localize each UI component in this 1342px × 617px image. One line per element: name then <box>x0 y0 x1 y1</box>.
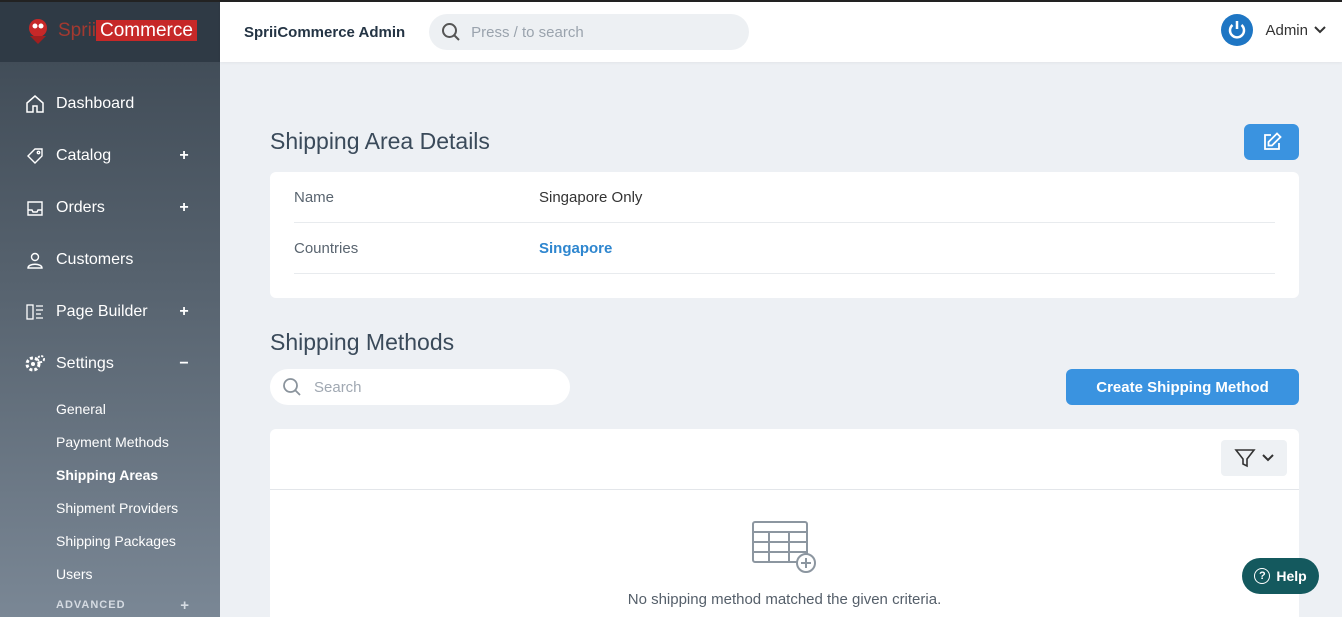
chevron-down-icon <box>1262 454 1274 462</box>
help-label: Help <box>1276 568 1307 584</box>
expand-icon[interactable]: + <box>178 303 190 321</box>
expand-icon[interactable]: + <box>180 597 190 614</box>
top-header: SpriiCommerce Admin Admin <box>220 2 1342 62</box>
avatar <box>1221 14 1254 46</box>
detail-row-name: Name Singapore Only <box>294 172 1275 223</box>
sidebar-nav: Dashboard Catalog + Orders + Customers P… <box>0 62 220 390</box>
methods-search-input[interactable] <box>314 378 554 396</box>
power-icon <box>1229 21 1246 39</box>
empty-state: No shipping method matched the given cri… <box>270 490 1299 608</box>
edit-icon <box>1263 132 1282 150</box>
empty-table-icon <box>751 521 816 573</box>
collapse-icon[interactable]: − <box>178 355 190 373</box>
sidebar-item-page-builder[interactable]: Page Builder + <box>0 286 220 338</box>
search-icon <box>283 378 301 396</box>
tag-icon <box>24 145 46 167</box>
app-title: SpriiCommerce Admin <box>244 23 406 41</box>
sidebar-item-label: Page Builder <box>56 303 148 320</box>
help-button[interactable]: ? Help <box>1242 558 1319 594</box>
sidebar-subitem-users[interactable]: Users <box>56 557 220 590</box>
methods-search[interactable] <box>270 369 570 405</box>
sidebar-item-settings[interactable]: Settings − <box>0 338 220 390</box>
sprii-mascot-icon <box>29 19 47 44</box>
country-link[interactable]: Singapore <box>539 240 612 257</box>
edit-button[interactable] <box>1244 124 1299 160</box>
chevron-down-icon <box>1314 26 1326 34</box>
expand-icon[interactable]: + <box>178 147 190 165</box>
create-shipping-method-button[interactable]: Create Shipping Method <box>1066 369 1299 405</box>
global-search-input[interactable] <box>471 23 722 41</box>
sidebar-subitem-payment-methods[interactable]: Payment Methods <box>56 425 220 458</box>
advanced-label: ADVANCED <box>56 599 126 611</box>
brand-logo[interactable]: Sprii Commerce <box>0 0 220 62</box>
window-top-border <box>0 0 1342 2</box>
sidebar-subitem-shipment-providers[interactable]: Shipment Providers <box>56 491 220 524</box>
sidebar: Sprii Commerce Dashboard Catalog + Orders… <box>0 0 220 617</box>
page-title: Shipping Area Details <box>270 128 490 154</box>
sidebar-subitem-shipping-packages[interactable]: Shipping Packages <box>56 524 220 557</box>
sidebar-item-label: Customers <box>56 251 134 268</box>
user-name: Admin <box>1265 21 1308 39</box>
table-toolbar <box>270 429 1299 490</box>
empty-message: No shipping method matched the given cri… <box>627 591 942 608</box>
sidebar-item-label: Catalog <box>56 147 112 164</box>
user-icon <box>24 249 46 271</box>
sidebar-item-label: Orders <box>56 199 105 216</box>
sidebar-item-orders[interactable]: Orders + <box>0 182 220 234</box>
user-menu[interactable]: Admin <box>1221 14 1326 46</box>
sidebar-item-dashboard[interactable]: Dashboard <box>0 78 220 130</box>
details-card: Name Singapore Only Countries Singapore <box>270 172 1299 298</box>
detail-label: Name <box>294 188 335 206</box>
home-icon <box>24 93 46 115</box>
gears-icon <box>24 353 46 375</box>
sidebar-item-label: Settings <box>56 355 114 372</box>
section-title: Shipping Methods <box>270 329 455 355</box>
sidebar-item-customers[interactable]: Customers <box>0 234 220 286</box>
global-search[interactable] <box>429 14 750 50</box>
expand-icon[interactable]: + <box>178 199 190 217</box>
detail-row-countries: Countries Singapore <box>294 223 1275 274</box>
detail-value: Singapore Only <box>539 188 643 206</box>
sidebar-section-advanced[interactable]: ADVANCED + <box>0 590 220 617</box>
methods-table: No shipping method matched the given cri… <box>270 429 1299 617</box>
sidebar-item-label: Dashboard <box>56 95 135 112</box>
filter-button[interactable] <box>1221 440 1287 476</box>
sidebar-subitem-general[interactable]: General <box>56 392 220 425</box>
inbox-icon <box>24 197 46 219</box>
sidebar-subitem-shipping-areas[interactable]: Shipping Areas <box>56 458 220 491</box>
detail-label: Countries <box>294 239 359 257</box>
page-builder-icon <box>24 301 46 323</box>
search-icon <box>442 23 460 41</box>
question-icon: ? <box>1254 568 1271 584</box>
sidebar-item-catalog[interactable]: Catalog + <box>0 130 220 182</box>
settings-submenu: General Payment Methods Shipping Areas S… <box>0 390 220 590</box>
brand-logo-text: Sprii Commerce <box>58 20 197 42</box>
filter-icon <box>1234 449 1256 468</box>
